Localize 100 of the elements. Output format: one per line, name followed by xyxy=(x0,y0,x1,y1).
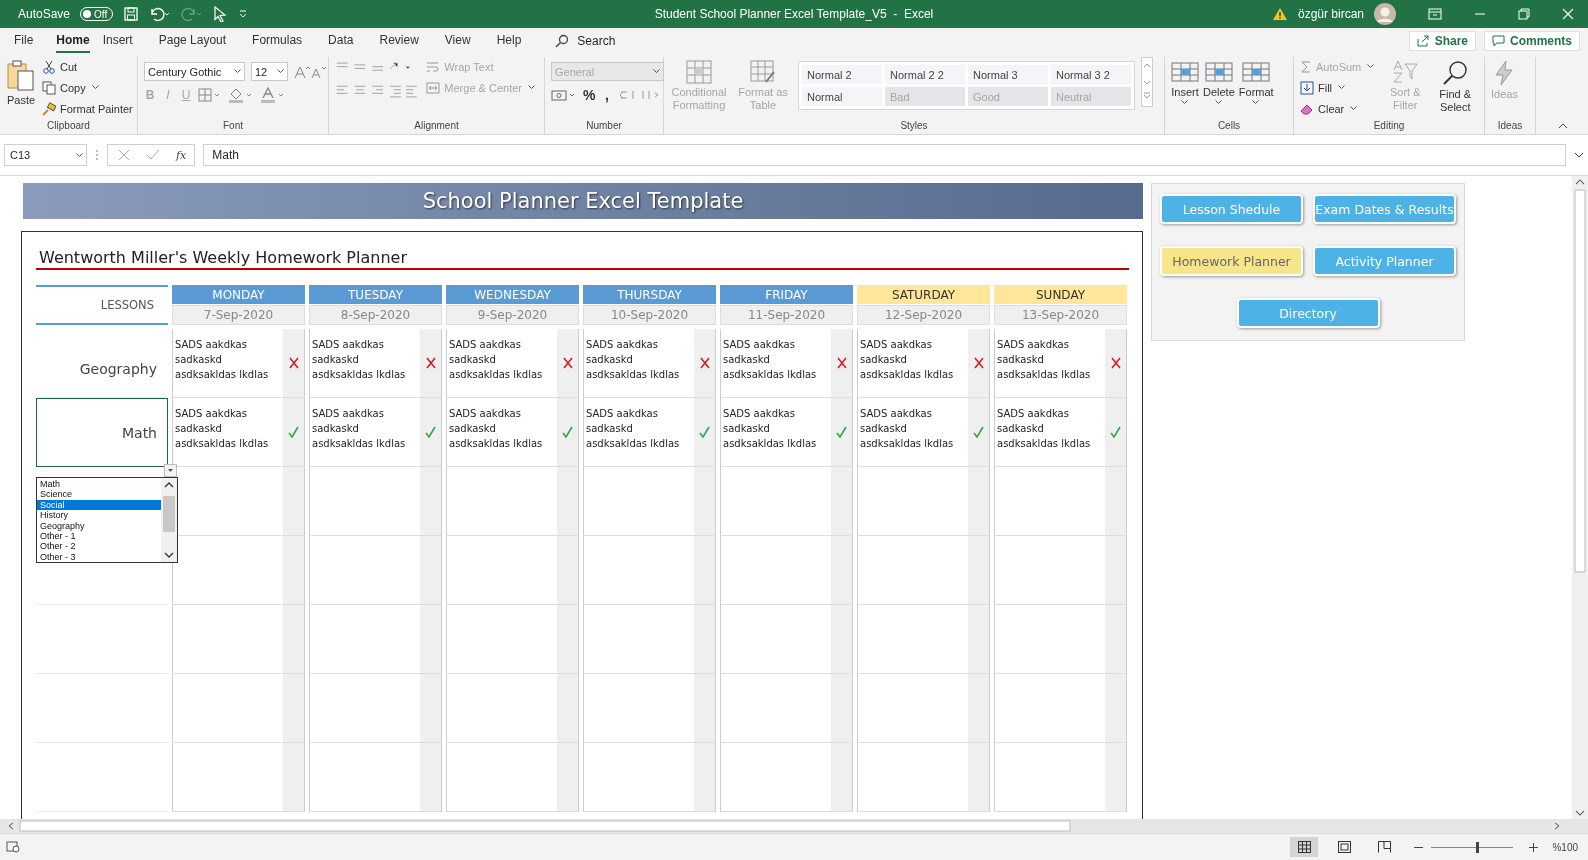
collapse-ribbon-icon[interactable] xyxy=(1558,122,1568,130)
page-icon xyxy=(1337,841,1351,853)
ribbon-tab[interactable]: View xyxy=(444,29,484,53)
homework-cell-text: SADS aakdkas sadkaskd asdksakldas lkdlas xyxy=(311,338,407,382)
name-box[interactable]: C13 xyxy=(4,144,87,166)
navigation-button[interactable]: Homework Planner xyxy=(1160,246,1303,276)
cell-style-option[interactable]: Normal xyxy=(802,87,882,106)
ribbon-tab[interactable]: File xyxy=(14,29,47,53)
dropdown-option[interactable]: Social xyxy=(37,499,161,511)
insert-function-button[interactable]: fx xyxy=(176,148,187,162)
cell-style-option[interactable]: Normal 3 2 xyxy=(1051,65,1131,84)
cell-style-option[interactable]: Normal 3 xyxy=(968,65,1048,84)
cancel-icon[interactable] xyxy=(118,149,130,161)
status-cell xyxy=(1105,536,1126,604)
window-title: Student School Planner Excel Template_V5 - Excel xyxy=(654,7,934,21)
dropdown-option[interactable]: Geography xyxy=(37,520,161,531)
status-cell xyxy=(1105,743,1126,811)
group-label: Clipboard xyxy=(47,120,90,133)
status-cell xyxy=(968,743,989,811)
font-name-field[interactable]: Century Gothic xyxy=(144,62,245,81)
save-icon[interactable] xyxy=(123,6,140,22)
font-size-field[interactable]: 12 xyxy=(251,62,288,81)
macro-icon[interactable] xyxy=(6,841,20,853)
number-style-button[interactable]: % xyxy=(583,87,595,103)
borders-icon[interactable] xyxy=(198,88,222,102)
ribbon-tab[interactable]: Help xyxy=(496,29,535,53)
ribbon-tab[interactable]: Data xyxy=(328,29,367,53)
restore-icon[interactable] xyxy=(1518,8,1530,20)
homework-cell-text: SADS aakdkas sadkaskd asdksakldas lkdlas xyxy=(585,338,681,382)
caret-icon xyxy=(277,69,284,74)
close-icon[interactable] xyxy=(1562,8,1574,20)
clipboard-icon xyxy=(6,60,36,92)
status-cell xyxy=(557,674,578,742)
fill-color-icon[interactable] xyxy=(228,87,254,103)
clear-button[interactable]: Clear xyxy=(1300,99,1378,118)
copy-button[interactable]: Copy xyxy=(42,78,133,97)
lightning-icon xyxy=(1493,60,1516,86)
zoom-level[interactable]: %100 xyxy=(1552,841,1578,853)
ribbon-display-icon[interactable] xyxy=(1428,8,1442,20)
day-header: SUNDAY xyxy=(994,285,1127,304)
zoom-in-icon[interactable] xyxy=(1529,842,1539,852)
dropdown-option[interactable]: Other - 2 xyxy=(37,541,161,552)
homework-cell-text: SADS aakdkas sadkaskd asdksakldas lkdlas xyxy=(448,407,544,451)
caret-icon xyxy=(1252,100,1260,105)
day-header: MONDAY xyxy=(172,285,305,304)
status-cell xyxy=(557,743,578,811)
number-style-button[interactable]: , xyxy=(601,87,613,103)
search-button[interactable]: Search xyxy=(555,34,616,48)
dropdown-option[interactable]: Science xyxy=(37,489,161,500)
date-cell: 9-Sep-2020 xyxy=(446,305,579,325)
status-cell xyxy=(283,605,304,673)
font-color-icon[interactable] xyxy=(260,87,286,103)
ribbon-tab[interactable]: Review xyxy=(379,29,432,53)
fill-down-icon xyxy=(1300,80,1314,95)
vertical-scrollbar-drawing[interactable] xyxy=(1572,176,1588,819)
fill-button[interactable]: Fill xyxy=(1300,78,1378,97)
paste-button[interactable]: Paste xyxy=(6,57,36,106)
gallery-scroll-drawing[interactable] xyxy=(1141,57,1153,107)
homework-cell-text: SADS aakdkas sadkaskd asdksakldas lkdlas xyxy=(996,338,1092,382)
pointer-icon[interactable] xyxy=(213,6,228,22)
caret-icon xyxy=(234,69,241,74)
share-button[interactable]: Share xyxy=(1408,31,1476,51)
wrap-text-icon xyxy=(426,59,441,74)
day-header: TUESDAY xyxy=(309,285,442,304)
cells-button[interactable]: Format xyxy=(1238,57,1274,105)
cut-button[interactable]: Cut xyxy=(42,57,133,76)
dropdown-option[interactable]: History xyxy=(37,510,161,521)
enter-icon[interactable] xyxy=(146,149,160,161)
avatar[interactable] xyxy=(1374,3,1396,25)
find-select-button[interactable]: Find & Select xyxy=(1433,57,1478,114)
cell-style-option[interactable]: Normal 2 xyxy=(802,65,882,84)
font-size-icon[interactable] xyxy=(294,64,328,79)
subject-cell[interactable]: Math xyxy=(36,398,168,467)
status-cell xyxy=(694,605,715,673)
subject-cell[interactable]: Geography xyxy=(36,339,168,398)
autosave-label: AutoSave xyxy=(18,7,71,21)
undo-icon[interactable] xyxy=(149,6,172,22)
cell-style-option[interactable]: Normal 2 2 xyxy=(885,65,965,84)
list-scrollbar-drawing[interactable] xyxy=(161,478,177,562)
cells-button[interactable]: Insert xyxy=(1171,57,1199,105)
caret-icon xyxy=(1214,100,1222,105)
cells-button[interactable]: Delete xyxy=(1203,57,1235,105)
caret-icon xyxy=(1181,100,1188,105)
currency-icon[interactable] xyxy=(551,88,577,102)
dropdown-option[interactable]: Other - 1 xyxy=(37,530,161,542)
dropdown-option[interactable]: Math xyxy=(37,479,161,490)
zoom-slider-thumb[interactable] xyxy=(1475,841,1479,853)
warning-icon[interactable] xyxy=(1271,7,1288,21)
user-name[interactable]: özgür bircan xyxy=(1297,7,1364,21)
expand-icon[interactable] xyxy=(1574,151,1584,159)
ribbon-tab[interactable]: Page Layout xyxy=(158,29,240,53)
view-button[interactable] xyxy=(1290,837,1319,857)
homework-cell-text: SADS aakdkas sadkaskd asdksakldas lkdlas xyxy=(722,338,818,382)
ribbon-tab[interactable]: Insert xyxy=(102,29,146,53)
group-label: Font xyxy=(223,120,243,133)
comments-button[interactable]: Comments xyxy=(1484,31,1580,51)
formula-field[interactable]: Math xyxy=(203,144,1566,166)
format-painter-button[interactable]: Format Painter xyxy=(42,99,133,118)
dropdown-option[interactable]: Other - 3 xyxy=(37,551,161,563)
ribbon-tab[interactable]: Formulas xyxy=(252,29,316,53)
